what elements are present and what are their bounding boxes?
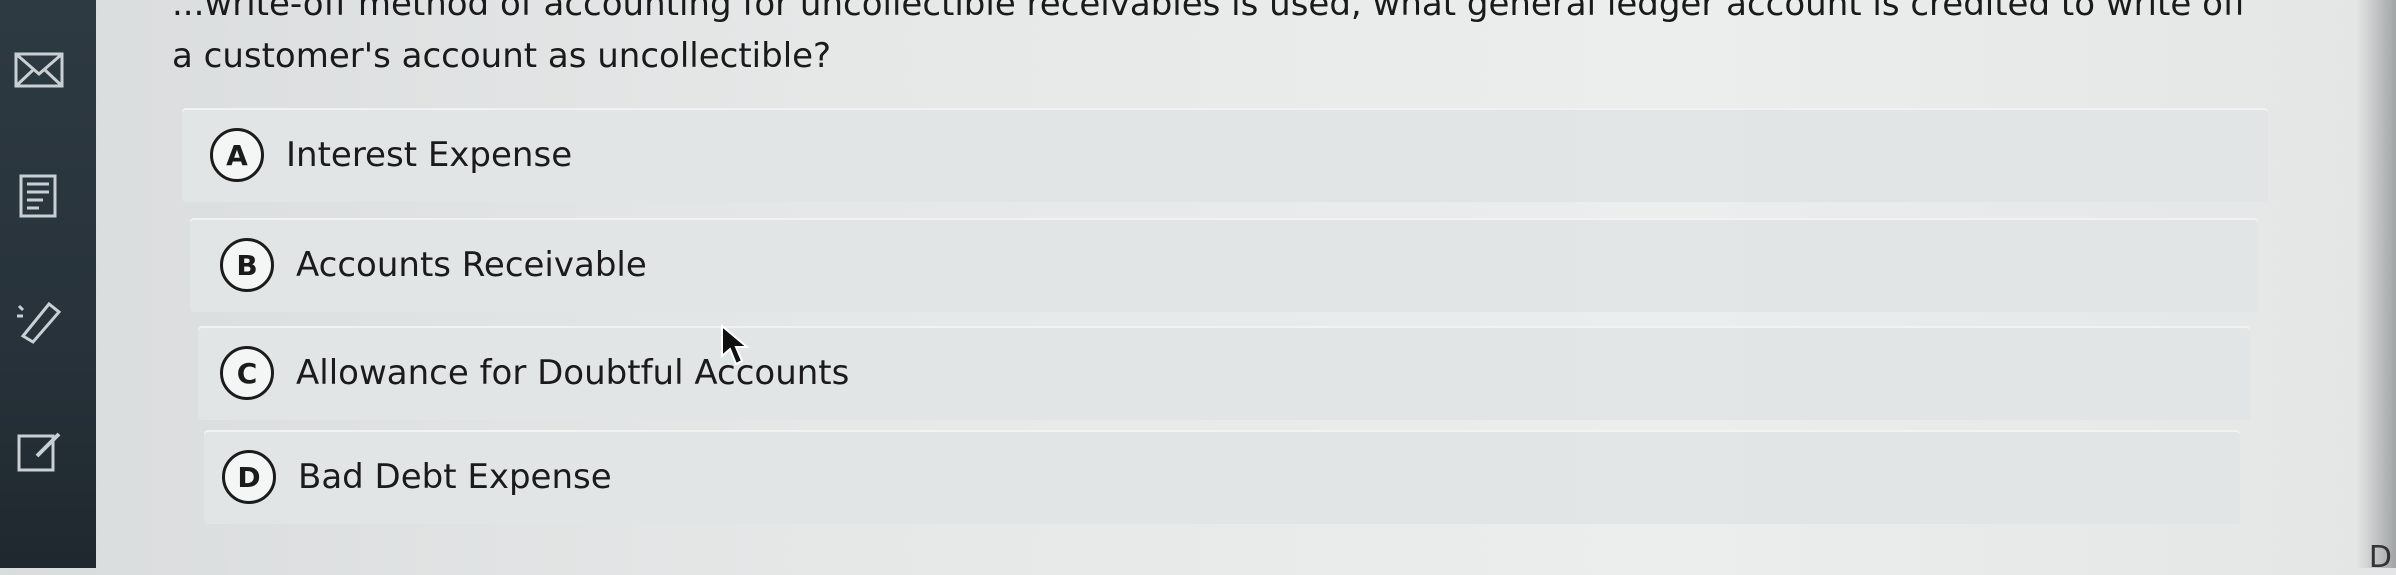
page-edge-shadow (2356, 0, 2396, 568)
mail-icon[interactable] (10, 44, 68, 96)
option-b-label: Accounts Receivable (296, 245, 647, 285)
notes-icon[interactable] (10, 170, 68, 222)
edge-letter: D (2368, 540, 2392, 575)
option-a-label: Interest Expense (286, 135, 573, 175)
option-a-badge: A (210, 128, 264, 182)
left-toolbar (0, 0, 96, 568)
highlight-icon[interactable] (10, 294, 68, 346)
option-c[interactable]: C Allowance for Doubtful Accounts (198, 326, 2250, 420)
option-b-badge: B (220, 238, 274, 292)
question-text: ...write-off method of accounting for un… (172, 0, 2292, 82)
edit-icon[interactable] (10, 426, 68, 478)
option-a[interactable]: A Interest Expense (182, 108, 2268, 202)
mouse-pointer-icon (721, 324, 750, 366)
option-c-badge: C (220, 346, 274, 400)
option-b[interactable]: B Accounts Receivable (190, 218, 2258, 312)
option-c-label: Allowance for Doubtful Accounts (296, 353, 850, 393)
question-line-1: ...write-off method of accounting for un… (172, 0, 2247, 24)
option-d[interactable]: D Bad Debt Expense (204, 430, 2240, 524)
option-d-label: Bad Debt Expense (298, 457, 612, 497)
option-d-badge: D (222, 450, 276, 504)
question-line-2: a customer's account as uncollectible? (172, 36, 832, 76)
